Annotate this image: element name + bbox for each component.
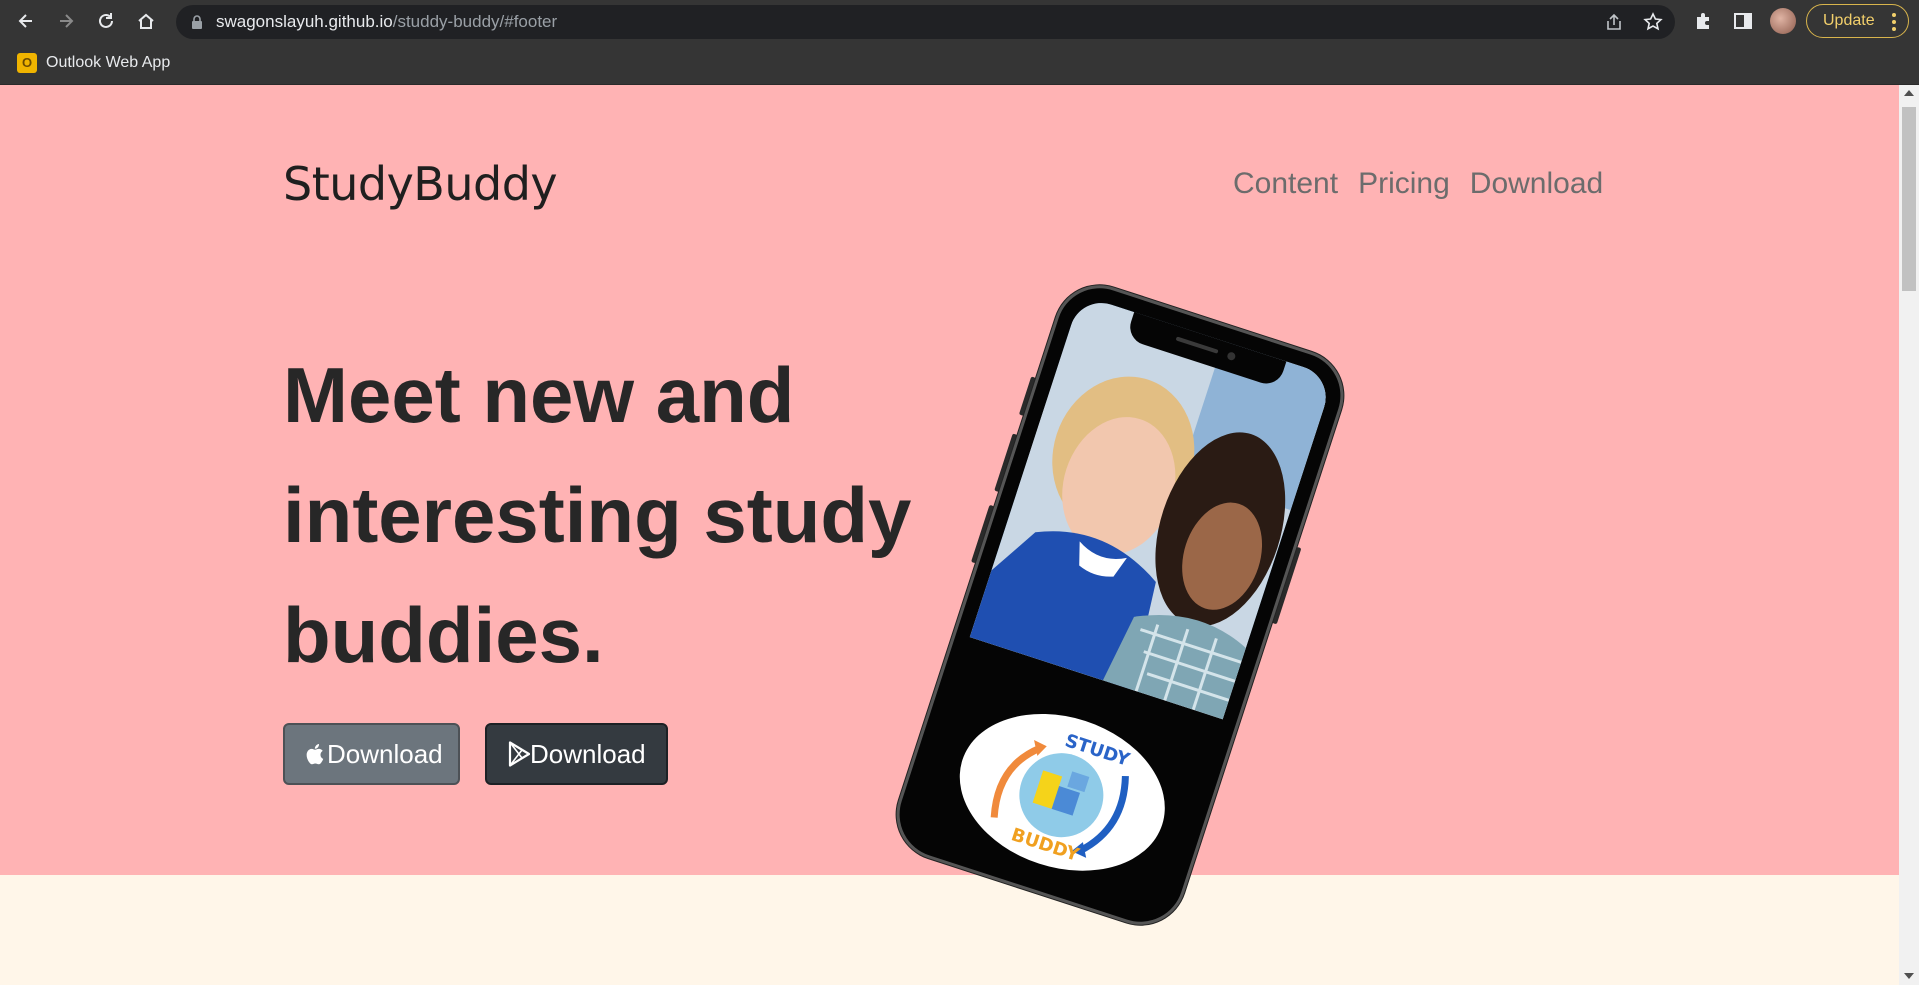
- google-play-icon: [508, 741, 530, 767]
- apple-download-label: Download: [327, 738, 443, 769]
- puzzle-icon: [1697, 13, 1709, 29]
- update-label: Update: [1823, 12, 1875, 29]
- profile-avatar[interactable]: [1770, 8, 1796, 34]
- nav-pricing-link[interactable]: Pricing: [1358, 167, 1450, 201]
- apple-download-button[interactable]: Download: [283, 723, 460, 785]
- share-button[interactable]: [1603, 12, 1625, 32]
- menu-dots-icon: [1892, 13, 1896, 31]
- page-scrollbar[interactable]: [1899, 85, 1919, 985]
- url-text[interactable]: swagonslayuh.github.io/studdy-buddy/#foo…: [216, 5, 557, 39]
- lock-icon: [192, 15, 202, 29]
- nav-download-link[interactable]: Download: [1470, 167, 1603, 201]
- back-button[interactable]: [12, 7, 40, 35]
- update-button[interactable]: Update: [1806, 4, 1909, 38]
- scrollbar-thumb[interactable]: [1902, 107, 1916, 291]
- home-icon: [138, 13, 154, 29]
- browser-toolbar: swagonslayuh.github.io/studdy-buddy/#foo…: [0, 0, 1919, 42]
- extensions-button[interactable]: [1692, 9, 1716, 33]
- back-arrow-icon: [18, 14, 32, 28]
- url-host: swagonslayuh.github.io: [216, 12, 393, 31]
- bookmark-label: Outlook Web App: [46, 54, 171, 71]
- forward-button[interactable]: [52, 7, 80, 35]
- scroll-up-arrow-icon[interactable]: [1904, 90, 1914, 96]
- page-viewport: StudyBuddy Content Pricing Download Meet…: [0, 85, 1899, 985]
- main-nav: Content Pricing Download: [1233, 167, 1603, 201]
- nav-content-link[interactable]: Content: [1233, 167, 1338, 201]
- reload-button[interactable]: [92, 7, 120, 35]
- share-icon: [1607, 13, 1621, 30]
- forward-arrow-icon: [60, 14, 74, 28]
- side-panel-icon: [1734, 13, 1752, 29]
- reload-icon: [99, 13, 113, 28]
- brand-logo[interactable]: StudyBuddy: [283, 157, 558, 211]
- study-buddy-app-logo: STUDY BUDDY: [939, 688, 1186, 897]
- home-button[interactable]: [132, 7, 160, 35]
- side-panel-button[interactable]: [1731, 9, 1755, 33]
- address-bar[interactable]: swagonslayuh.github.io/studdy-buddy/#foo…: [176, 5, 1675, 39]
- google-play-download-button[interactable]: Download: [485, 723, 668, 785]
- content-section: [0, 875, 1899, 985]
- scroll-down-arrow-icon[interactable]: [1904, 973, 1914, 979]
- star-icon: [1643, 12, 1663, 31]
- apple-icon: [306, 744, 324, 765]
- hero-headline: Meet new and interesting study buddies.: [283, 351, 912, 679]
- bookmark-star-button[interactable]: [1642, 12, 1664, 32]
- outlook-icon: [17, 53, 37, 73]
- bookmark-outlook[interactable]: Outlook Web App: [17, 51, 170, 75]
- google-play-download-label: Download: [530, 738, 646, 769]
- url-path: /studdy-buddy/#footer: [392, 12, 558, 31]
- bookmarks-bar: Outlook Web App: [0, 42, 1919, 85]
